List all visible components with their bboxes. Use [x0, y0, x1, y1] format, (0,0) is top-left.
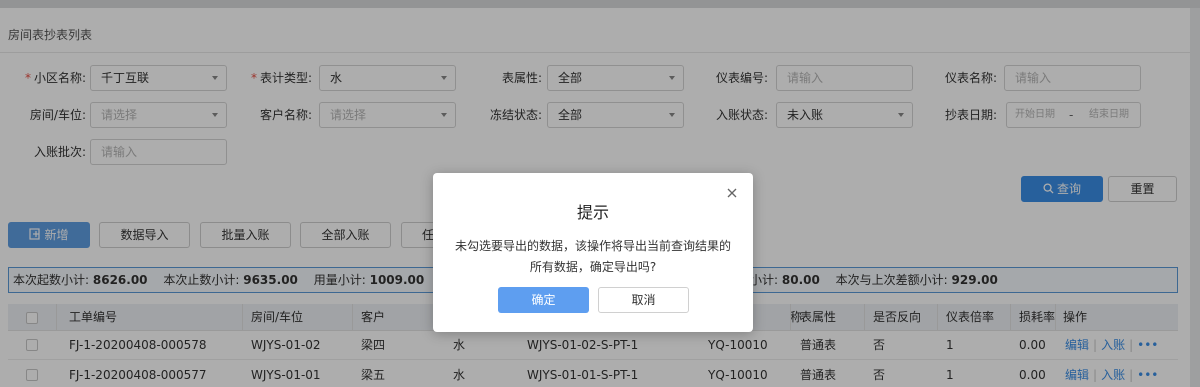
close-icon[interactable]: [725, 186, 739, 200]
export-confirm-dialog: 提示 未勾选要导出的数据，该操作将导出当前查询结果的所有数据，确定导出吗? 确定…: [433, 173, 753, 332]
dialog-title: 提示: [576, 203, 609, 222]
dialog-message: 未勾选要导出的数据，该操作将导出当前查询结果的所有数据，确定导出吗?: [455, 239, 732, 274]
cancel-button[interactable]: 取消: [598, 287, 689, 313]
confirm-button[interactable]: 确定: [498, 287, 589, 313]
